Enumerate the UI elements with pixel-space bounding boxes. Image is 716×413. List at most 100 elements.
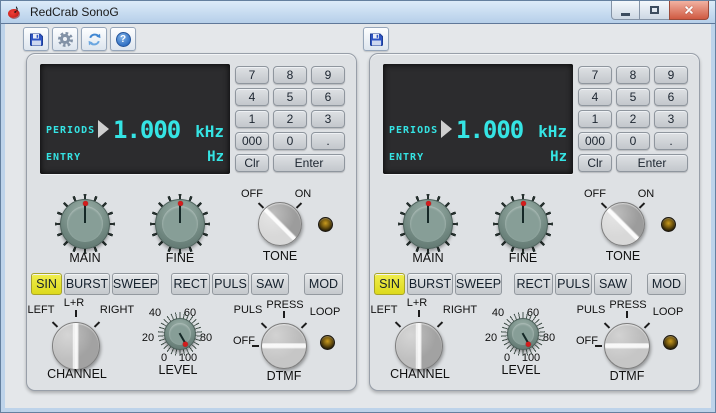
channel-knob[interactable] <box>395 322 443 370</box>
key-4[interactable]: 4 <box>235 88 269 106</box>
waveform-button-rect[interactable]: RECT <box>514 273 553 295</box>
save-icon <box>29 33 43 46</box>
channel-knob[interactable] <box>52 322 100 370</box>
key-enter[interactable]: Enter <box>273 154 345 172</box>
key-dot[interactable]: . <box>311 132 345 150</box>
waveform-button-sweep[interactable]: SWEEP <box>455 273 502 295</box>
key-2[interactable]: 2 <box>616 110 650 128</box>
entry-label: ENTRY <box>46 152 82 163</box>
waveform-button-sweep[interactable]: SWEEP <box>112 273 159 295</box>
waveform-button-sin[interactable]: SIN <box>374 273 405 295</box>
maximize-icon <box>650 6 659 14</box>
key-000[interactable]: 000 <box>578 132 612 150</box>
key-enter[interactable]: Enter <box>616 154 688 172</box>
dtmf-tick-off <box>252 345 259 347</box>
key-7[interactable]: 7 <box>578 66 612 84</box>
waveform-button-puls[interactable]: PULS <box>212 273 249 295</box>
key-clear[interactable]: Clr <box>578 154 612 172</box>
dtmf-knob-label: DTMF <box>266 369 302 383</box>
dtmf-knob[interactable] <box>604 323 650 369</box>
frequency-unit: kHz <box>195 122 224 141</box>
channel-tick-right <box>436 321 444 328</box>
tone-knob-label: TONE <box>262 249 298 263</box>
app-window: ♪ RedCrab SonoG ? PERIODS 1.000 kHz ENTR… <box>0 0 716 413</box>
key-dot[interactable]: . <box>654 132 688 150</box>
waveform-button-mod[interactable]: MOD <box>304 273 343 295</box>
display-arrow-icon <box>441 120 452 138</box>
waveform-button-rect[interactable]: RECT <box>171 273 210 295</box>
level-scale-20: 20 <box>141 332 155 344</box>
tone-tick-on <box>295 202 303 209</box>
key-2[interactable]: 2 <box>273 110 307 128</box>
main-knob[interactable] <box>55 194 115 254</box>
key-6[interactable]: 6 <box>311 88 345 106</box>
waveform-button-burst[interactable]: BURST <box>64 273 110 295</box>
level-scale-20: 20 <box>484 332 498 344</box>
dtmf-puls-label: PULS <box>576 304 606 316</box>
fine-knob[interactable] <box>493 194 553 254</box>
key-5[interactable]: 5 <box>616 88 650 106</box>
key-8[interactable]: 8 <box>616 66 650 84</box>
waveform-button-puls[interactable]: PULS <box>555 273 592 295</box>
dtmf-tick-loop <box>643 322 651 329</box>
dtmf-tick-puls <box>603 322 611 329</box>
level-knob[interactable] <box>158 312 202 356</box>
loop-led <box>663 335 678 350</box>
fine-knob[interactable] <box>150 194 210 254</box>
fine-knob-label: FINE <box>508 251 538 265</box>
waveform-row: SIN BURST SWEEP RECT PULS SAW MOD <box>374 273 688 295</box>
key-3[interactable]: 3 <box>311 110 345 128</box>
close-button[interactable] <box>669 1 709 20</box>
minimize-button[interactable] <box>611 1 640 20</box>
help-button[interactable]: ? <box>110 27 136 51</box>
waveform-button-burst[interactable]: BURST <box>407 273 453 295</box>
key-8[interactable]: 8 <box>273 66 307 84</box>
settings-button[interactable] <box>52 27 78 51</box>
level-knob-label: LEVEL <box>158 363 198 377</box>
minimize-icon <box>621 12 630 16</box>
waveform-row: SIN BURST SWEEP RECT PULS SAW MOD <box>31 273 345 295</box>
level-knob-label: LEVEL <box>501 363 541 377</box>
key-9[interactable]: 9 <box>654 66 688 84</box>
save-button[interactable] <box>23 27 49 51</box>
tone-tick-on <box>638 202 646 209</box>
level-knob[interactable] <box>501 312 545 356</box>
generator-panel: PERIODS 1.000 kHz ENTRY Hz 7 8 9 4 5 6 1… <box>369 53 700 391</box>
frequency-unit: kHz <box>538 122 567 141</box>
save-button-right[interactable] <box>363 27 389 51</box>
key-6[interactable]: 6 <box>654 88 688 106</box>
fine-knob-indicator <box>177 201 183 206</box>
key-1[interactable]: 1 <box>578 110 612 128</box>
key-0[interactable]: 0 <box>616 132 650 150</box>
key-0[interactable]: 0 <box>273 132 307 150</box>
key-4[interactable]: 4 <box>578 88 612 106</box>
key-9[interactable]: 9 <box>311 66 345 84</box>
dtmf-tick-off <box>595 345 602 347</box>
key-1[interactable]: 1 <box>235 110 269 128</box>
titlebar[interactable]: ♪ RedCrab SonoG <box>1 1 715 24</box>
key-7[interactable]: 7 <box>235 66 269 84</box>
maximize-button[interactable] <box>640 1 669 20</box>
waveform-button-saw[interactable]: SAW <box>251 273 289 295</box>
key-3[interactable]: 3 <box>654 110 688 128</box>
key-5[interactable]: 5 <box>273 88 307 106</box>
numeric-keypad: 7 8 9 4 5 6 1 2 3 000 0 . Clr Enter <box>235 66 345 172</box>
dtmf-press-label: PRESS <box>266 299 304 311</box>
dtmf-knob[interactable] <box>261 323 307 369</box>
dtmf-loop-label: LOOP <box>652 306 684 318</box>
tone-knob[interactable] <box>601 202 645 246</box>
tone-knob[interactable] <box>258 202 302 246</box>
waveform-button-saw[interactable]: SAW <box>594 273 632 295</box>
refresh-button[interactable] <box>81 27 107 51</box>
dtmf-knob-label: DTMF <box>609 369 645 383</box>
waveform-button-sin[interactable]: SIN <box>31 273 62 295</box>
fine-knob-indicator <box>520 201 526 206</box>
dtmf-press-label: PRESS <box>609 299 647 311</box>
key-000[interactable]: 000 <box>235 132 269 150</box>
waveform-button-mod[interactable]: MOD <box>647 273 686 295</box>
tone-led <box>318 217 333 232</box>
channel-tick-center <box>75 310 77 317</box>
channel-lr-label: L+R <box>406 297 428 309</box>
key-clear[interactable]: Clr <box>235 154 269 172</box>
main-knob[interactable] <box>398 194 458 254</box>
